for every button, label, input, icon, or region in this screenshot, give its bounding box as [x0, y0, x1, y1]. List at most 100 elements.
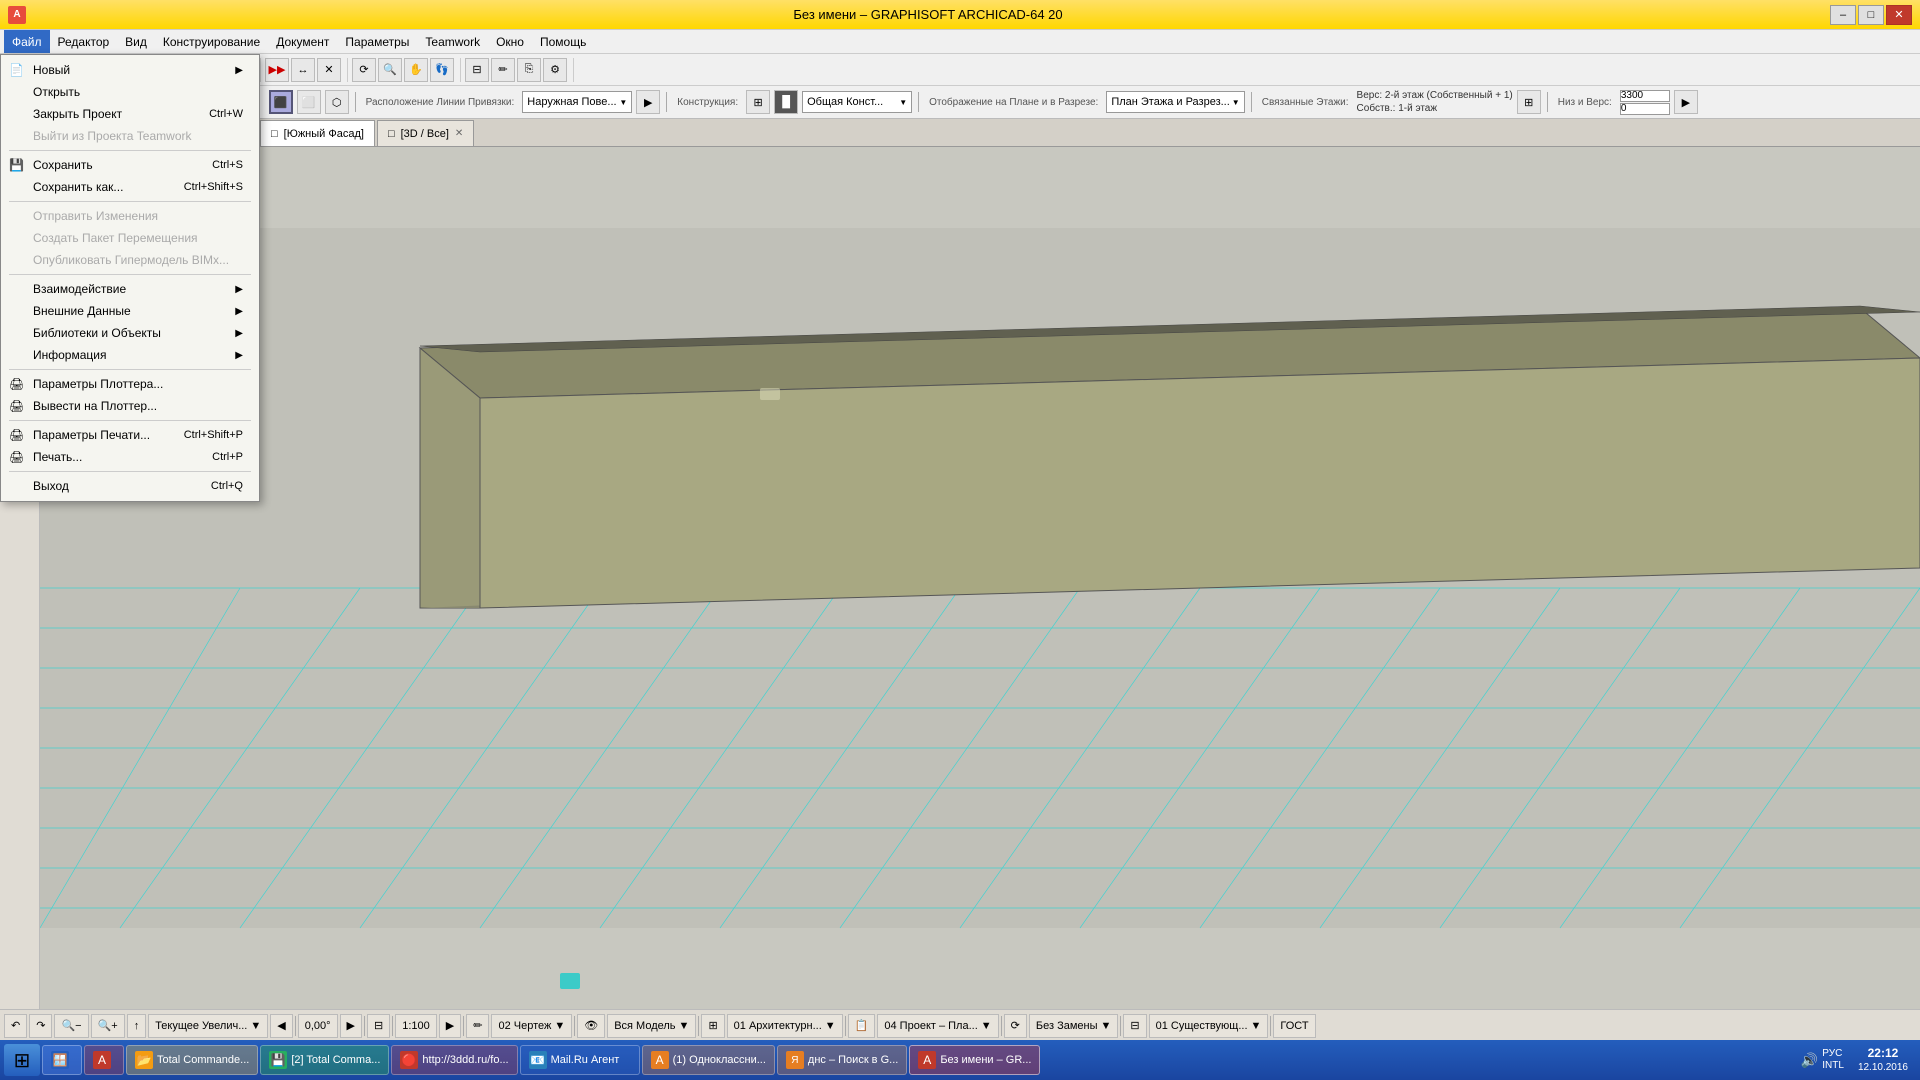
layer-dropdown[interactable]: 02 Чертеж ▼	[491, 1014, 572, 1038]
taskbar-app-explorer[interactable]: 🪟	[42, 1045, 82, 1075]
scale-display[interactable]: 1:100	[395, 1014, 437, 1038]
maximize-button[interactable]: □	[1858, 5, 1884, 25]
tb-settings[interactable]: ⚙	[543, 58, 567, 82]
menu-open[interactable]: Открыть	[1, 81, 259, 103]
tb-zoom-3d[interactable]: 🔍	[378, 58, 402, 82]
geom-btn-2[interactable]: ⬜	[297, 90, 321, 114]
line-arrow-btn[interactable]: ▶	[636, 90, 660, 114]
angle-display[interactable]: 0,00°	[298, 1014, 338, 1038]
status-sep-6	[698, 1016, 699, 1036]
menu-save-as-label: Сохранить как...	[33, 180, 123, 194]
menu-libraries[interactable]: Библиотеки и Объекты ▶	[1, 322, 259, 344]
status-sep-4	[463, 1016, 464, 1036]
viewport-3d[interactable]	[40, 147, 1920, 1009]
menu-close-project[interactable]: Закрыть Проект Ctrl+W	[1, 103, 259, 125]
zoom-in-btn[interactable]: 🔍+	[91, 1014, 125, 1038]
scale-value: 1:100	[402, 1020, 430, 1032]
tb-close-x[interactable]: ✕	[317, 58, 341, 82]
menu-exit-label: Выход	[33, 479, 69, 493]
minimize-button[interactable]: –	[1830, 5, 1856, 25]
taskbar-app-archicad-small[interactable]: A	[84, 1045, 124, 1075]
high-low-arrow[interactable]: ▶	[1674, 90, 1698, 114]
exist-dropdown[interactable]: 01 Существующ... ▼	[1149, 1014, 1269, 1038]
menu-print[interactable]: 🖨 Печать... Ctrl+P	[1, 446, 259, 468]
taskbar-label-ok: (1) Одноклассни...	[673, 1054, 766, 1066]
replace-icon[interactable]: ⟳	[1004, 1014, 1027, 1038]
taskbar-app-mail[interactable]: 📧 Mail.Ru Агент	[520, 1045, 640, 1075]
floor-icon[interactable]: ⊟	[367, 1014, 390, 1038]
tb-pointer[interactable]: ▶▶	[265, 58, 289, 82]
menu-construct[interactable]: Конструирование	[155, 30, 268, 53]
menu-print-params[interactable]: 🖨 Параметры Печати... Ctrl+Shift+P	[1, 424, 259, 446]
menu-save[interactable]: 💾 Сохранить Ctrl+S	[1, 154, 259, 176]
menu-editor[interactable]: Редактор	[50, 30, 118, 53]
menu-new[interactable]: 📄 Новый ▶	[1, 59, 259, 81]
tab-3d-all[interactable]: □ [3D / Все] ✕	[377, 120, 474, 146]
line-layout-dropdown[interactable]: Наружная Пове... ▼	[522, 91, 632, 113]
menu-view[interactable]: Вид	[117, 30, 155, 53]
undo-btn[interactable]: ↶	[4, 1014, 27, 1038]
menu-file[interactable]: Файл	[4, 30, 50, 53]
menu-params[interactable]: Параметры	[337, 30, 417, 53]
const-dropdown[interactable]: Общая Конст... ▼	[802, 91, 912, 113]
project-value: 04 Проект – Пла...	[884, 1020, 977, 1032]
zoom-dropdown[interactable]: Текущее Увелич... ▼	[148, 1014, 268, 1038]
close-button[interactable]: ✕	[1886, 5, 1912, 25]
low-input[interactable]	[1620, 103, 1670, 115]
volume-icon[interactable]: 🔊	[1801, 1052, 1818, 1069]
zoom-out-btn[interactable]: 🔍−	[54, 1014, 88, 1038]
eye-icon[interactable]: 👁	[577, 1014, 605, 1038]
pan-btn[interactable]: ↑	[127, 1014, 147, 1038]
menu-save-as[interactable]: Сохранить как... Ctrl+Shift+S	[1, 176, 259, 198]
model-dropdown[interactable]: Вся Модель ▼	[607, 1014, 696, 1038]
tb-orbit[interactable]: ⟳	[352, 58, 376, 82]
exist-icon[interactable]: ⊟	[1123, 1014, 1146, 1038]
const-btn-1[interactable]: ⊞	[746, 90, 770, 114]
floors-icon[interactable]: ⊞	[1517, 90, 1541, 114]
redo-btn[interactable]: ↷	[29, 1014, 52, 1038]
menu-info-label: Информация	[33, 348, 106, 362]
tb-edit[interactable]: ✏	[491, 58, 515, 82]
tb-layers[interactable]: ⊟	[465, 58, 489, 82]
arch-icon[interactable]: ⊞	[701, 1014, 724, 1038]
replace-dropdown[interactable]: Без Замены ▼	[1029, 1014, 1119, 1038]
project-dropdown[interactable]: 04 Проект – Пла... ▼	[877, 1014, 998, 1038]
content-area	[40, 147, 1920, 1009]
display-dropdown[interactable]: План Этажа и Разрез... ▼	[1106, 91, 1244, 113]
taskbar-app-browser[interactable]: 🔴 http://3ddd.ru/fo...	[391, 1045, 517, 1075]
tab-south-facade[interactable]: □ [Южный Фасад]	[260, 120, 375, 146]
taskbar-app-total2[interactable]: 💾 [2] Total Comma...	[260, 1045, 389, 1075]
taskbar-app-total1[interactable]: 📂 Total Commande...	[126, 1045, 258, 1075]
project-icon[interactable]: 📋	[848, 1014, 876, 1038]
tb-copy[interactable]: ⎘	[517, 58, 541, 82]
const-btn-2[interactable]: █	[774, 90, 798, 114]
geom-btn-3[interactable]: ⬡	[325, 90, 349, 114]
menu-interaction[interactable]: Взаимодействие ▶	[1, 278, 259, 300]
menu-document[interactable]: Документ	[268, 30, 337, 53]
menu-exit[interactable]: Выход Ctrl+Q	[1, 475, 259, 497]
taskbar-app-yandex[interactable]: Я днс – Поиск в G...	[777, 1045, 907, 1075]
menu-teamwork[interactable]: Teamwork	[417, 30, 488, 53]
menu-help[interactable]: Помощь	[532, 30, 594, 53]
pencil-icon[interactable]: ✏	[466, 1014, 489, 1038]
scale-arrow[interactable]: ▶	[439, 1014, 461, 1038]
menu-info[interactable]: Информация ▶	[1, 344, 259, 366]
geom-btn-1[interactable]: ⬛	[269, 90, 293, 114]
menu-window[interactable]: Окно	[488, 30, 532, 53]
menu-external-data[interactable]: Внешние Данные ▶	[1, 300, 259, 322]
zoom-prev[interactable]: ◀	[270, 1014, 292, 1038]
tab-close-3d[interactable]: ✕	[455, 128, 463, 139]
tb-stretch[interactable]: ↔	[291, 58, 315, 82]
taskbar-app-ok[interactable]: A (1) Одноклассни...	[642, 1045, 775, 1075]
angle-arrow[interactable]: ▶	[340, 1014, 362, 1038]
high-input[interactable]	[1620, 90, 1670, 102]
taskbar-app-archicad-main[interactable]: A Без имени – GR...	[909, 1045, 1040, 1075]
app-icon-total2: 💾	[269, 1051, 287, 1069]
standard-display[interactable]: ГОСТ	[1273, 1014, 1315, 1038]
menu-plotter-params[interactable]: 🖨 Параметры Плоттера...	[1, 373, 259, 395]
arch-dropdown[interactable]: 01 Архитектурн... ▼	[727, 1014, 843, 1038]
start-button[interactable]: ⊞	[4, 1044, 40, 1076]
tb-pan[interactable]: ✋	[404, 58, 428, 82]
tb-walk[interactable]: 👣	[430, 58, 454, 82]
menu-plotter-output[interactable]: 🖨 Вывести на Плоттер...	[1, 395, 259, 417]
